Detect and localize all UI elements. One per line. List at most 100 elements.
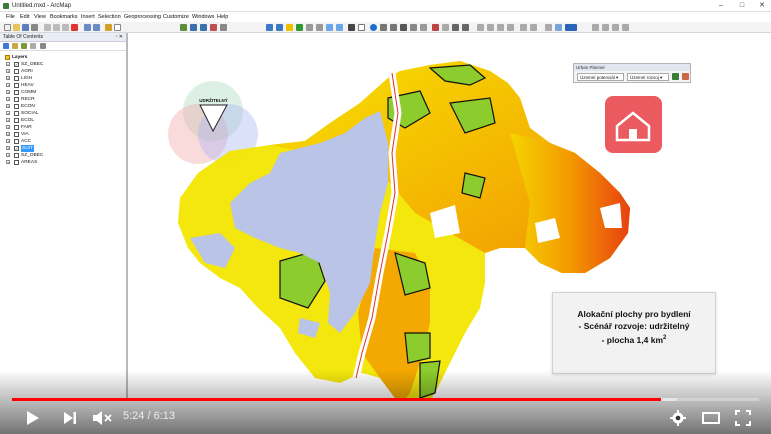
next-icon[interactable] [63, 411, 77, 425]
urban-planner-tool-icon[interactable] [672, 73, 679, 80]
draw-tool-10-icon[interactable] [602, 24, 609, 31]
draw-tool-11-icon[interactable] [612, 24, 619, 31]
fixed-zoom-out-icon[interactable] [316, 24, 323, 31]
uzemni-potencial-dropdown[interactable]: Územní potenciál ▾ [577, 73, 624, 81]
zoom-in-icon[interactable] [266, 24, 273, 31]
draw-tool-8-icon[interactable] [555, 24, 562, 31]
menu-help[interactable]: Help [217, 12, 228, 22]
table-icon[interactable] [190, 24, 197, 31]
cut-icon[interactable] [44, 24, 51, 31]
draw-tool-9-icon[interactable] [592, 24, 599, 31]
play-icon[interactable] [26, 410, 40, 426]
theater-mode-icon[interactable] [702, 412, 720, 424]
close-button[interactable]: ✕ [755, 0, 769, 12]
menu-windows[interactable]: Windows [192, 12, 214, 22]
expand-toggle-icon[interactable]: + [6, 90, 10, 95]
expand-toggle-icon[interactable]: + [6, 139, 10, 144]
toc-pin-close[interactable]: ▫ ✕ [116, 33, 123, 42]
save-icon[interactable] [22, 24, 29, 31]
layer-visibility-checkbox[interactable] [14, 111, 19, 116]
list-by-selection-icon[interactable] [30, 43, 36, 49]
fixed-zoom-in-icon[interactable] [306, 24, 313, 31]
video-frame[interactable]: Untitled.mxd - ArcMap – □ ✕ File Edit Vi… [0, 0, 771, 434]
expand-toggle-icon[interactable]: + [6, 153, 10, 158]
layer-visibility-checkbox[interactable] [14, 153, 19, 158]
forward-icon[interactable] [336, 24, 343, 31]
expand-toggle-icon[interactable]: + [6, 83, 10, 88]
back-icon[interactable] [326, 24, 333, 31]
select-features-icon[interactable] [348, 24, 355, 31]
copy-icon[interactable] [53, 24, 60, 31]
toc-options-icon[interactable] [40, 43, 46, 49]
expand-toggle-icon[interactable]: + [6, 76, 10, 81]
layer-visibility-checkbox[interactable] [14, 104, 19, 109]
color-picker-icon[interactable] [565, 24, 577, 31]
layer-visibility-checkbox[interactable] [14, 90, 19, 95]
draw-tool-2-icon[interactable] [487, 24, 494, 31]
progress-bar[interactable] [12, 398, 759, 401]
python-icon[interactable] [220, 24, 227, 31]
time-slider-icon[interactable] [420, 24, 427, 31]
expand-toggle-icon[interactable]: + [6, 118, 10, 123]
minimize-button[interactable]: – [714, 0, 728, 12]
find-icon[interactable] [380, 24, 387, 31]
redo-icon[interactable] [93, 24, 100, 31]
paste-icon[interactable] [62, 24, 69, 31]
layer-visibility-checkbox[interactable] [14, 139, 19, 144]
layer-visibility-checkbox[interactable] [14, 83, 19, 88]
draw-tool-3-icon[interactable] [497, 24, 504, 31]
zoom-out-icon[interactable] [276, 24, 283, 31]
full-extent-icon[interactable] [296, 24, 303, 31]
layer-visibility-checkbox[interactable]: ✓ [14, 62, 19, 67]
expand-toggle-icon[interactable]: − [6, 62, 10, 67]
layout-tool-icon[interactable] [432, 24, 439, 31]
menu-geoprocessing[interactable]: Geoprocessing [124, 12, 161, 22]
draw-tool-icon[interactable] [477, 24, 484, 31]
expand-toggle-icon[interactable]: + [6, 146, 10, 151]
draw-tool-7-icon[interactable] [545, 24, 552, 31]
editor-icon[interactable] [180, 24, 187, 31]
expand-toggle-icon[interactable]: + [6, 132, 10, 137]
menu-insert[interactable]: Insert [81, 12, 95, 22]
layout-tool-3-icon[interactable] [452, 24, 459, 31]
layer-visibility-checkbox[interactable]: ✓ [14, 146, 19, 151]
undo-icon[interactable] [84, 24, 91, 31]
list-by-drawing-order-icon[interactable] [3, 43, 9, 49]
menu-edit[interactable]: Edit [20, 12, 29, 22]
layer-visibility-checkbox[interactable] [14, 118, 19, 123]
expand-toggle-icon[interactable]: + [6, 111, 10, 116]
maximize-button[interactable]: □ [735, 0, 749, 12]
catalog-icon[interactable] [200, 24, 207, 31]
draw-tool-6-icon[interactable] [530, 24, 537, 31]
identify-icon[interactable] [370, 24, 377, 31]
toolbox-icon[interactable] [210, 24, 217, 31]
menu-customize[interactable]: Customize [163, 12, 189, 22]
layer-visibility-checkbox[interactable] [14, 97, 19, 102]
new-icon[interactable] [4, 24, 11, 31]
expand-toggle-icon[interactable]: + [6, 104, 10, 109]
html-popup-icon[interactable] [410, 24, 417, 31]
layer-visibility-checkbox[interactable] [14, 160, 19, 165]
layout-tool-2-icon[interactable] [442, 24, 449, 31]
menu-file[interactable]: File [6, 12, 15, 22]
uzemni-rozvoj-dropdown[interactable]: Územní rozvoj ▾ [627, 73, 669, 81]
urban-planner-report-icon[interactable] [682, 73, 689, 80]
settings-gear-icon[interactable] [670, 410, 686, 426]
open-icon[interactable] [13, 24, 20, 31]
expand-toggle-icon[interactable]: + [6, 97, 10, 102]
list-by-visibility-icon[interactable] [21, 43, 27, 49]
list-by-source-icon[interactable] [12, 43, 18, 49]
select-elements-icon[interactable] [358, 24, 365, 31]
draw-tool-12-icon[interactable] [622, 24, 629, 31]
draw-tool-4-icon[interactable] [507, 24, 514, 31]
fullscreen-icon[interactable] [735, 410, 751, 426]
print-icon[interactable] [31, 24, 38, 31]
expand-toggle-icon[interactable]: + [6, 69, 10, 74]
layer-visibility-checkbox[interactable] [14, 125, 19, 130]
measure-icon[interactable] [390, 24, 397, 31]
expand-toggle-icon[interactable]: + [6, 160, 10, 165]
layer-visibility-checkbox[interactable] [14, 76, 19, 81]
layer-visibility-checkbox[interactable] [14, 132, 19, 137]
expand-toggle-icon[interactable]: + [6, 125, 10, 130]
add-data-icon[interactable] [105, 24, 112, 31]
